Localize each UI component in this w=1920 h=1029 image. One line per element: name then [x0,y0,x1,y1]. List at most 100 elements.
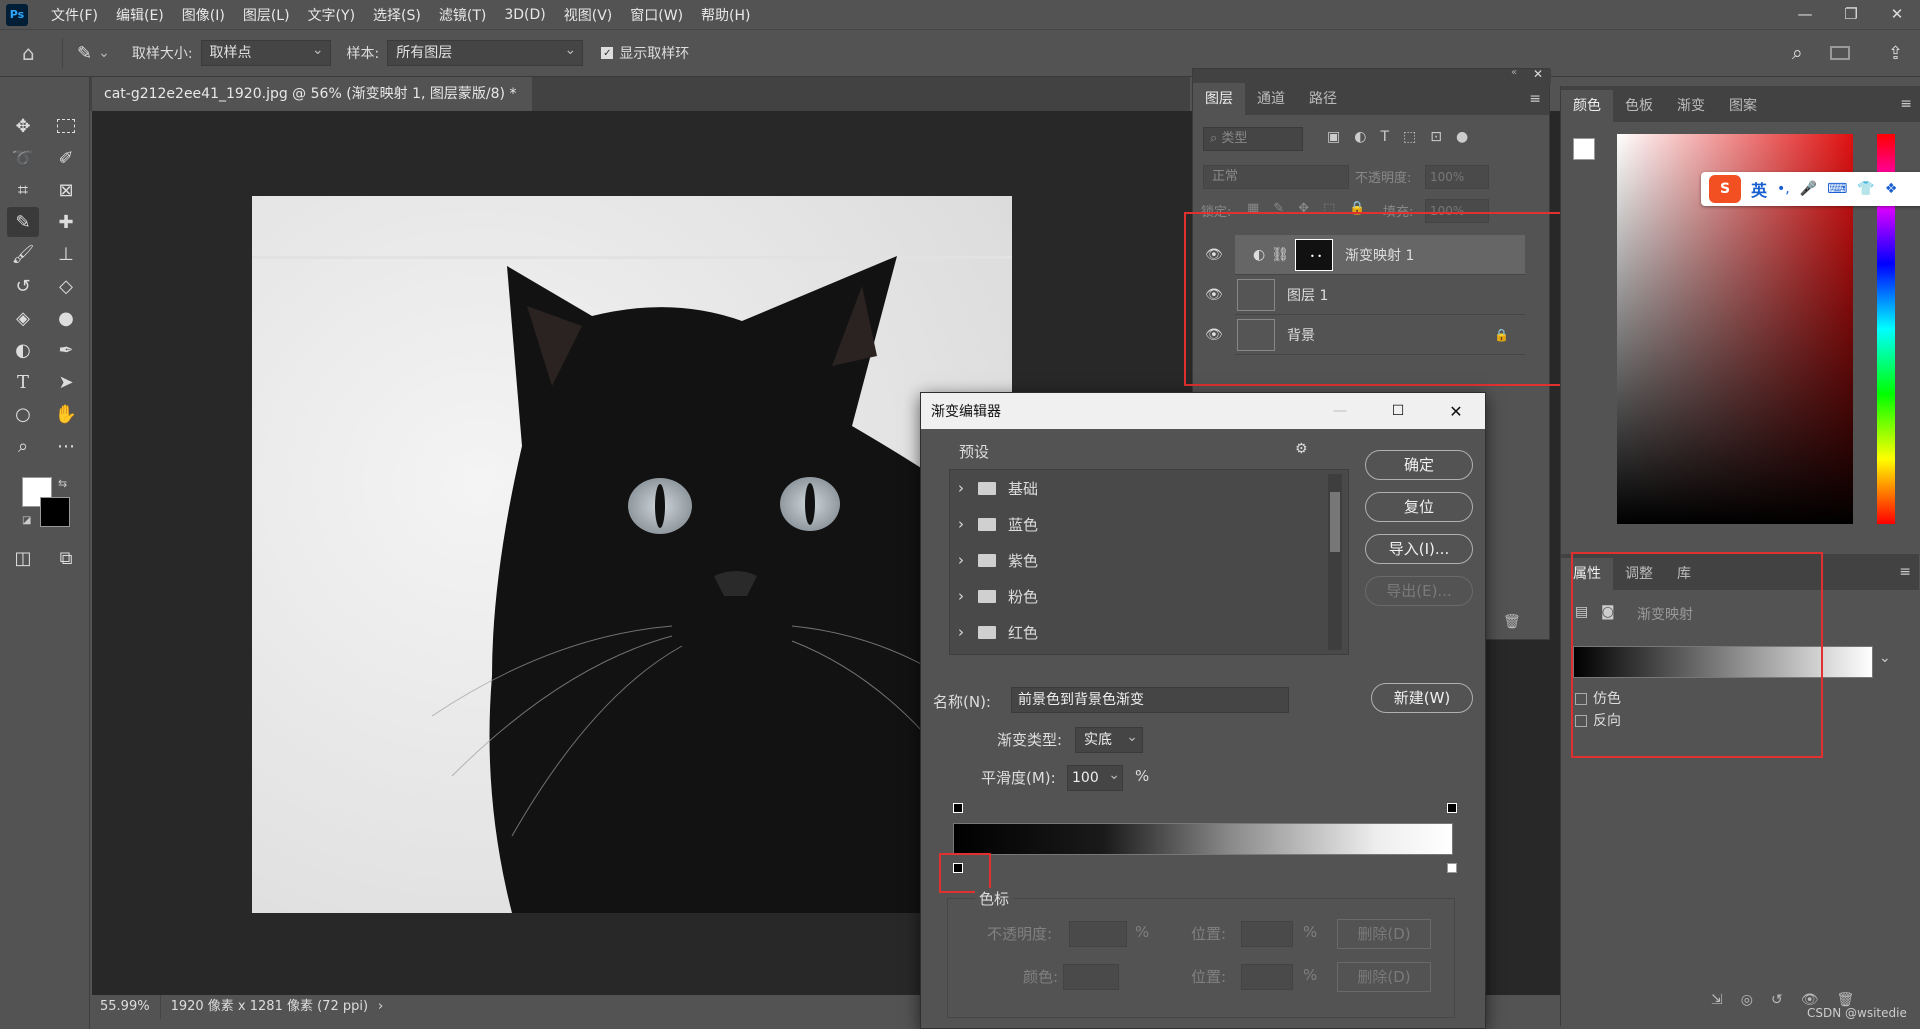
expand-chevron-icon[interactable]: › [958,551,964,569]
dialog-minimize-icon[interactable]: — [1311,403,1369,419]
filter-type-icon[interactable]: T [1380,129,1389,145]
crop-tool-icon[interactable]: ⌗ [7,175,39,205]
document-tab[interactable]: cat-g212e2ee41_1920.jpg @ 56% (渐变映射 1, 图… [92,77,532,136]
opacity-input[interactable]: 100% [1425,165,1489,189]
menu-filter[interactable]: 滤镜(T) [430,5,495,25]
expand-chevron-icon[interactable]: › [958,479,964,497]
menu-layer[interactable]: 图层(L) [234,5,299,25]
close-panel-icon[interactable]: ✕ [1533,67,1543,81]
chevron-down-icon[interactable]: ⌄ [1108,763,1120,787]
share-icon[interactable]: ⇪ [1888,43,1903,64]
blur-tool-icon[interactable]: ● [50,303,82,333]
filter-smart-icon[interactable]: ⊡ [1430,129,1442,145]
eyedropper-tool-icon[interactable]: ✎ [77,43,92,64]
background-color-swatch[interactable] [40,497,70,527]
import-button[interactable]: 导入(I)... [1365,534,1473,564]
menu-edit[interactable]: 编辑(E) [107,5,173,25]
ime-mode[interactable]: 英 [1751,177,1767,201]
preset-folder[interactable]: › 粉色 [950,578,1320,614]
expand-chevron-icon[interactable]: › [958,515,964,533]
filter-pixel-icon[interactable]: ▣ [1327,129,1340,145]
color-stop-right[interactable] [1447,863,1457,873]
stop-opacity-input[interactable] [1069,921,1127,947]
gradient-type-select[interactable]: 实底 ⌄ [1075,727,1143,753]
view-previous-icon[interactable]: ◎ [1741,992,1753,1008]
delete-opacity-stop-button[interactable]: 删除(D) [1337,919,1431,949]
panel-menu-icon[interactable]: ≡ [1529,83,1541,115]
filter-toggle-icon[interactable]: ● [1456,129,1468,145]
reset-button[interactable]: 复位 [1365,492,1473,522]
menu-3d[interactable]: 3D(D) [495,7,554,23]
menu-image[interactable]: 图像(I) [173,5,234,25]
keyboard-icon[interactable]: ⌨ [1827,181,1847,197]
tab-gradients[interactable]: 渐变 [1665,90,1717,122]
workspace-icon[interactable] [1830,46,1850,60]
presets-settings-icon[interactable]: ⚙ [1295,441,1308,457]
more-tools-icon[interactable]: ⋯ [50,431,82,461]
show-ring-checkbox[interactable]: ✓ [601,47,614,59]
tab-paths[interactable]: 路径 [1297,83,1349,115]
ime-punctuation[interactable]: •, [1777,181,1790,197]
opacity-stop-left[interactable] [953,803,963,813]
clone-stamp-tool-icon[interactable]: ⊥ [50,239,82,269]
gradient-dropdown-icon[interactable]: ⌄ [1879,650,1891,666]
restore-icon[interactable]: ❐ [1828,0,1874,29]
tab-swatches[interactable]: 色板 [1613,90,1665,122]
lasso-tool-icon[interactable]: ➰ [7,143,39,173]
quick-select-tool-icon[interactable]: ✐ [50,143,82,173]
menu-help[interactable]: 帮助(H) [692,5,759,25]
eyedropper-tool-icon[interactable]: ✎ [7,207,39,237]
presets-list[interactable]: › 基础 › 蓝色 › 紫色 › 粉色 › 红色 [949,469,1349,655]
status-arrow-icon[interactable]: › [378,995,383,1019]
move-tool-icon[interactable]: ✥ [7,111,39,141]
menu-select[interactable]: 选择(S) [364,5,430,25]
preset-folder[interactable]: › 蓝色 [950,506,1320,542]
dodge-tool-icon[interactable]: ◐ [7,335,39,365]
tab-channels[interactable]: 通道 [1245,83,1297,115]
zoom-level[interactable]: 55.99% [90,995,161,1019]
ok-button[interactable]: 确定 [1365,450,1473,480]
foreground-color-chip[interactable] [1573,138,1595,160]
new-button[interactable]: 新建(W) [1371,683,1473,713]
skin-icon[interactable]: 👕 [1857,181,1874,197]
history-brush-tool-icon[interactable]: ↺ [7,271,39,301]
opacity-stop-right[interactable] [1447,803,1457,813]
dialog-maximize-icon[interactable]: ☐ [1369,403,1427,419]
blend-mode-select[interactable]: 正常 [1203,165,1349,189]
dialog-close-icon[interactable]: ✕ [1427,402,1485,421]
menu-window[interactable]: 窗口(W) [621,5,692,25]
preset-folder[interactable]: › 红色 [950,614,1320,650]
tab-color[interactable]: 颜色 [1561,90,1613,122]
delete-color-stop-button[interactable]: 删除(D) [1337,962,1431,992]
brush-tool-icon[interactable]: 🖌 [7,239,39,269]
stop-opacity-position-input[interactable] [1241,921,1293,947]
zoom-tool-icon[interactable]: ⌕ [7,431,39,461]
screen-mode-icon[interactable]: ⧉ [50,543,82,573]
expand-chevron-icon[interactable]: › [958,623,964,641]
expand-chevron-icon[interactable]: › [958,587,964,605]
clip-layer-icon[interactable]: ⇲ [1711,992,1723,1008]
hand-tool-icon[interactable]: ✋ [50,399,82,429]
menu-view[interactable]: 视图(V) [555,5,622,25]
delete-layer-icon[interactable]: 🗑 [1503,614,1521,630]
tab-patterns[interactable]: 图案 [1717,90,1769,122]
type-tool-icon[interactable]: T [7,367,39,397]
stop-color-swatch[interactable] [1063,964,1119,990]
microphone-icon[interactable]: 🎤 [1800,181,1817,197]
collapse-panel-icon[interactable]: « [1511,67,1517,78]
ellipse-tool-icon[interactable]: ○ [7,399,39,429]
layer-filter-select[interactable]: ⌕ 类型 [1203,127,1303,151]
healing-brush-tool-icon[interactable]: ✚ [50,207,82,237]
filter-shape-icon[interactable]: ⬚ [1403,129,1416,145]
menu-type[interactable]: 文字(Y) [299,5,364,25]
filter-adjustment-icon[interactable]: ◐ [1354,129,1366,145]
sample-select[interactable]: 所有图层 [387,38,584,66]
search-icon[interactable]: ⌕ [1792,42,1803,64]
frame-tool-icon[interactable]: ⊠ [50,175,82,205]
close-icon[interactable]: ✕ [1874,0,1920,29]
default-colors-icon[interactable]: ◪ [22,515,31,526]
stop-color-position-input[interactable] [1241,964,1293,990]
name-input[interactable]: 前景色到背景色渐变 [1011,687,1289,713]
dialog-titlebar[interactable]: 渐变编辑器 — ☐ ✕ [921,393,1485,429]
preset-folder[interactable]: › 紫色 [950,542,1320,578]
